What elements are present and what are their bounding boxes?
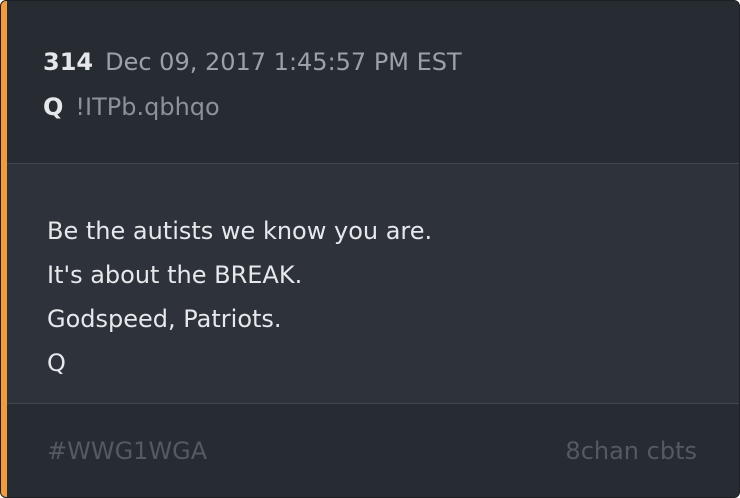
message-line: Godspeed, Patriots. xyxy=(47,305,282,333)
post-meta: 314 Dec 09, 2017 1:45:57 PM EST xyxy=(43,46,462,78)
post-body: Be the autists we know you are. It's abo… xyxy=(7,164,739,403)
message-text: Be the autists we know you are. It's abo… xyxy=(47,209,432,385)
post-header: 314 Dec 09, 2017 1:45:57 PM EST Q !ITPb.qb… xyxy=(7,1,739,164)
post-number[interactable]: 314 xyxy=(43,48,93,76)
post-footer: #WWG1WGA 8chan cbts xyxy=(7,403,739,497)
post-date: Dec 09, 2017 1:45:57 PM EST xyxy=(105,48,462,76)
source-label: 8chan cbts xyxy=(565,437,697,465)
tripcode: !ITPb.qbhqo xyxy=(75,93,220,121)
post-card: 314 Dec 09, 2017 1:45:57 PM EST Q !ITPb.qb… xyxy=(0,0,740,498)
message-line: Be the autists we know you are. xyxy=(47,217,433,245)
hashtag-label: #WWG1WGA xyxy=(47,437,208,465)
message-line: It's about the BREAK. xyxy=(47,261,303,289)
post-author: Q !ITPb.qbhqo xyxy=(43,91,220,123)
author-name: Q xyxy=(43,93,64,121)
message-line: Q xyxy=(47,349,66,377)
